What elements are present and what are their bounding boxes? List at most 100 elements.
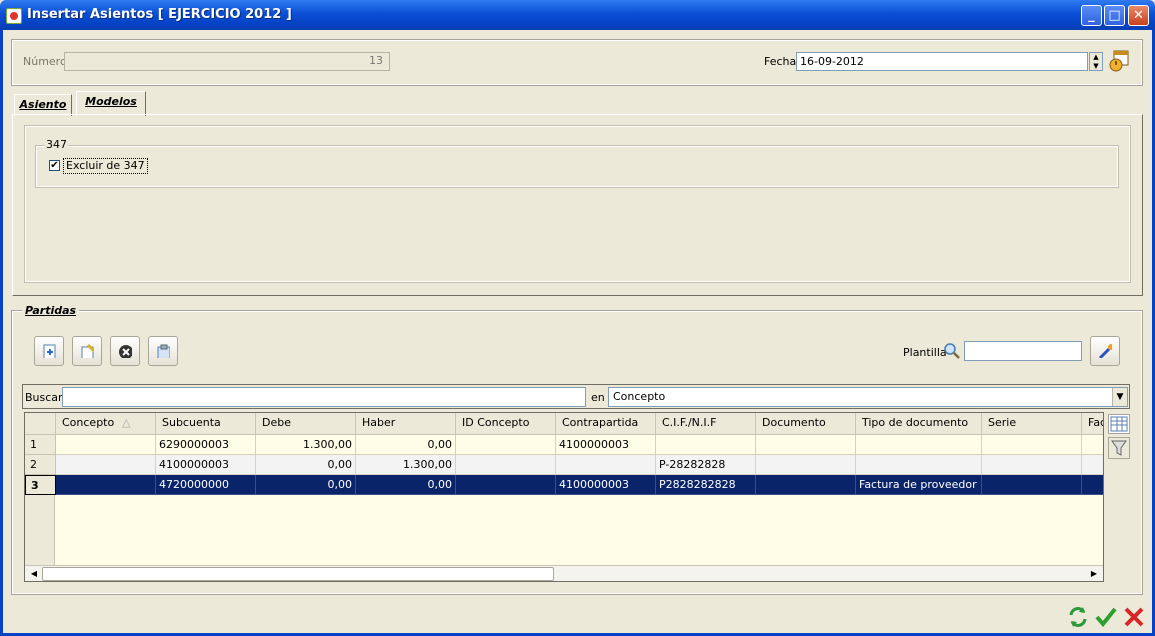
cell-debe[interactable]: 1.300,00 (256, 435, 356, 455)
cell-subcuenta[interactable]: 4720000000 (156, 475, 256, 495)
table-row-selected[interactable]: 3 4720000000 0,00 0,00 4100000003 P28282… (25, 475, 1103, 495)
row-number: 3 (25, 475, 56, 495)
col-debe[interactable]: Debe (256, 413, 356, 435)
cell-haber[interactable]: 0,00 (356, 475, 456, 495)
cancel-button[interactable] (1122, 605, 1146, 629)
table-row[interactable]: 1 6290000003 1.300,00 0,00 4100000003 (25, 435, 1103, 455)
en-label: en (591, 391, 605, 404)
filter-button[interactable] (1108, 437, 1130, 459)
col-serie[interactable]: Serie (982, 413, 1082, 435)
col-fac[interactable]: Fac (1082, 413, 1103, 435)
delete-row-icon (119, 345, 132, 358)
window-title: Insertar Asientos [ EJERCICIO 2012 ] (27, 7, 292, 22)
cell-haber[interactable]: 0,00 (356, 435, 456, 455)
app-icon (6, 8, 22, 24)
filter-icon (1111, 440, 1127, 456)
scroll-left-icon[interactable]: ◀ (27, 567, 41, 581)
horizontal-scrollbar[interactable]: ◀ ▶ (25, 565, 1103, 581)
partidas-title: Partidas (22, 304, 80, 317)
col-concepto[interactable]: Concepto △ (56, 413, 156, 435)
cell-documento[interactable] (756, 435, 856, 455)
partidas-grid[interactable]: Concepto △ Subcuenta Debe Haber ID Concep… (24, 412, 1104, 582)
grid-columns-button[interactable] (1108, 414, 1130, 434)
excluir-347-label[interactable]: Excluir de 347 (63, 158, 148, 174)
new-row-icon (43, 344, 56, 358)
cell-concepto[interactable] (56, 475, 156, 495)
cell-cif[interactable]: P-28282828 (656, 455, 756, 475)
col-documento[interactable]: Documento (756, 413, 856, 435)
excluir-347-checkbox[interactable]: ✔ (49, 160, 60, 171)
fecha-input[interactable]: 16-09-2012 (796, 52, 1088, 71)
buscar-label: Buscar (25, 391, 63, 404)
paste-button[interactable] (148, 336, 178, 366)
wizard-button[interactable] (1090, 336, 1120, 366)
tab-modelos[interactable]: Modelos (76, 91, 146, 116)
maximize-button[interactable]: □ (1104, 5, 1125, 26)
col-tipo-documento[interactable]: Tipo de documento (856, 413, 982, 435)
tab-asiento[interactable]: Asiento (14, 94, 72, 116)
accept-button[interactable] (1094, 605, 1118, 629)
cell-concepto[interactable] (56, 455, 156, 475)
buscar-input[interactable] (62, 387, 586, 407)
close-button[interactable]: ✕ (1128, 5, 1149, 26)
cell-subcuenta[interactable]: 6290000003 (156, 435, 256, 455)
cell-contrapartida[interactable]: 4100000003 (556, 475, 656, 495)
search-icon (944, 343, 960, 359)
cell-fac[interactable] (1082, 475, 1103, 495)
cell-subcuenta[interactable]: 4100000003 (156, 455, 256, 475)
fecha-spinner[interactable]: ▲ ▼ (1089, 52, 1103, 71)
cell-documento[interactable] (756, 475, 856, 495)
refresh-button[interactable] (1066, 605, 1090, 629)
cell-cif[interactable]: P2828282828 (656, 475, 756, 495)
chevron-down-icon: ▼ (1116, 392, 1124, 402)
cell-debe[interactable]: 0,00 (256, 475, 356, 495)
cell-contrapartida[interactable]: 4100000003 (556, 435, 656, 455)
col-contrapartida[interactable]: Contrapartida (556, 413, 656, 435)
cell-serie[interactable] (982, 435, 1082, 455)
cell-documento[interactable] (756, 455, 856, 475)
scrollbar-thumb[interactable] (42, 567, 554, 581)
spin-up-icon[interactable]: ▲ (1090, 53, 1102, 62)
minimize-icon: _ (1088, 8, 1095, 23)
cancel-icon (1124, 607, 1144, 627)
col-haber[interactable]: Haber (356, 413, 456, 435)
cell-fac[interactable] (1082, 455, 1103, 475)
plantilla-search[interactable] (943, 342, 961, 360)
numero-label: Número (23, 55, 67, 68)
delete-row-button[interactable] (110, 336, 140, 366)
cell-tipo[interactable]: Factura de proveedor (856, 475, 982, 495)
col-concepto-label: Concepto (62, 416, 115, 429)
cell-serie[interactable] (982, 455, 1082, 475)
cell-contrapartida[interactable] (556, 455, 656, 475)
cell-tipo[interactable] (856, 455, 982, 475)
cell-id-concepto[interactable] (456, 475, 556, 495)
en-select[interactable]: Concepto (608, 387, 1128, 407)
cell-concepto[interactable] (56, 435, 156, 455)
minimize-button[interactable]: _ (1081, 5, 1102, 26)
numero-field: 13 (64, 52, 390, 71)
col-subcuenta[interactable]: Subcuenta (156, 413, 256, 435)
checkmark-icon: ✔ (50, 160, 59, 171)
cell-debe[interactable]: 0,00 (256, 455, 356, 475)
sort-asc-icon: △ (122, 416, 131, 429)
cell-cif[interactable] (656, 435, 756, 455)
spin-down-icon[interactable]: ▼ (1090, 62, 1102, 71)
scroll-right-icon[interactable]: ▶ (1087, 567, 1101, 581)
cell-id-concepto[interactable] (456, 435, 556, 455)
row-number: 1 (25, 435, 56, 455)
grid-columns-icon (1110, 416, 1128, 432)
cell-tipo[interactable] (856, 435, 982, 455)
en-select-dropdown[interactable]: ▼ (1112, 388, 1127, 406)
new-row-button[interactable] (34, 336, 64, 366)
cell-id-concepto[interactable] (456, 455, 556, 475)
col-id-concepto[interactable]: ID Concepto (456, 413, 556, 435)
plantilla-input[interactable] (964, 341, 1082, 361)
maximize-icon: □ (1108, 8, 1121, 23)
cell-fac[interactable] (1082, 435, 1103, 455)
calendar-button[interactable] (1107, 49, 1131, 73)
edit-row-button[interactable] (72, 336, 102, 366)
table-row[interactable]: 2 4100000003 0,00 1.300,00 P-28282828 (25, 455, 1103, 475)
col-cif[interactable]: C.I.F./N.I.F (656, 413, 756, 435)
cell-haber[interactable]: 1.300,00 (356, 455, 456, 475)
cell-serie[interactable] (982, 475, 1082, 495)
